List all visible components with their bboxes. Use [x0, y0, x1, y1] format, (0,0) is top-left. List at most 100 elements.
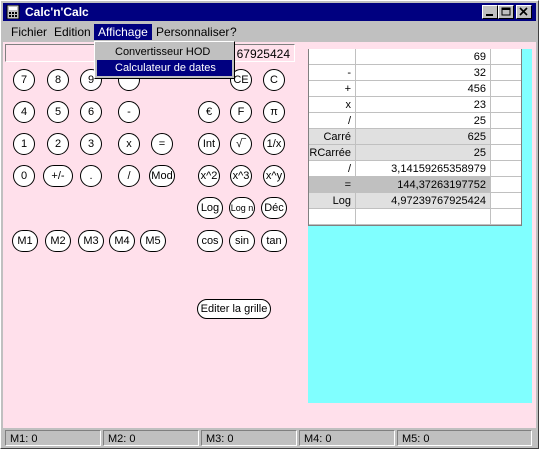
button-7[interactable]: 7	[13, 69, 35, 91]
calculation-grid[interactable]: 69 - 32 + 456 x 23 / 25 Carré 625 RCarré…	[308, 49, 522, 226]
calculator-icon	[6, 5, 20, 19]
grid-extra-cell	[491, 113, 521, 129]
menu-item-convertisseur-hod[interactable]: Convertisseur HOD	[97, 44, 232, 60]
grid-row[interactable]: 69	[309, 49, 521, 65]
grid-extra-cell	[491, 65, 521, 81]
menu-bar: Fichier Edition Affichage Personnaliser …	[3, 22, 536, 41]
button-8[interactable]: 8	[47, 69, 69, 91]
grid-row[interactable]: / 3,14159265358979	[309, 161, 521, 177]
button-1[interactable]: 1	[13, 133, 35, 155]
button-sqrt[interactable]: √‾	[230, 133, 252, 155]
button-inverse[interactable]: 1/x	[263, 133, 285, 155]
button-m5[interactable]: M5	[140, 230, 166, 252]
grid-row[interactable]: Log 4,97239767925424	[309, 193, 521, 209]
grid-value-cell: 456	[356, 81, 491, 97]
grid-extra-cell	[491, 129, 521, 145]
maximize-button[interactable]	[498, 5, 514, 19]
button-decimal[interactable]: .	[80, 165, 102, 187]
menu-affichage[interactable]: Affichage	[94, 24, 152, 40]
menu-help[interactable]: ?	[226, 24, 241, 40]
grid-row[interactable]	[309, 209, 521, 225]
button-mod[interactable]: Mod	[149, 165, 175, 187]
close-icon	[519, 7, 528, 16]
grid-row[interactable]: Carré 625	[309, 129, 521, 145]
button-divide[interactable]: /	[118, 165, 140, 187]
grid-extra-cell	[491, 193, 521, 209]
status-bar: M1: 0 M2: 0 M3: 0 M4: 0 M5: 0	[3, 430, 536, 447]
app-window: Calc'n'Calc Fichier Edition Affichage Pe…	[0, 0, 539, 449]
button-log-n[interactable]: Log n	[229, 197, 255, 219]
grid-value-cell: 25	[356, 145, 491, 161]
button-m2[interactable]: M2	[45, 230, 71, 252]
button-sin[interactable]: sin	[229, 230, 255, 252]
button-6[interactable]: 6	[80, 101, 102, 123]
button-cos[interactable]: cos	[197, 230, 223, 252]
grid-extra-cell	[491, 81, 521, 97]
button-cube[interactable]: x^3	[230, 165, 252, 187]
menu-personnaliser[interactable]: Personnaliser	[152, 24, 233, 40]
grid-op-cell: /	[309, 113, 356, 129]
grid-extra-cell	[491, 209, 521, 225]
button-minus[interactable]: -	[118, 101, 140, 123]
grid-op-cell: +	[309, 81, 356, 97]
button-m3[interactable]: M3	[78, 230, 104, 252]
grid-extra-cell	[491, 97, 521, 113]
grid-op-cell: x	[309, 97, 356, 113]
button-5[interactable]: 5	[47, 101, 69, 123]
grid-extra-cell	[491, 161, 521, 177]
button-equals[interactable]: =	[151, 133, 173, 155]
grid-op-cell	[309, 49, 356, 65]
status-m2: M2: 0	[103, 430, 199, 446]
button-franc[interactable]: F	[230, 101, 252, 123]
grid-value-cell: 4,97239767925424	[356, 193, 491, 209]
grid-row[interactable]: = 144,37263197752	[309, 177, 521, 193]
grid-value-cell: 144,37263197752	[356, 177, 491, 193]
grid-extra-cell	[491, 49, 521, 65]
grid-op-cell: -	[309, 65, 356, 81]
status-m5: M5: 0	[397, 430, 532, 446]
button-m1[interactable]: M1	[12, 230, 38, 252]
status-m1: M1: 0	[5, 430, 101, 446]
button-pi[interactable]: π	[263, 101, 285, 123]
display-value: 67925424	[236, 47, 290, 61]
button-clear[interactable]: C	[263, 69, 285, 91]
menu-item-calculateur-dates[interactable]: Calculateur de dates	[97, 60, 232, 76]
edit-grid-button[interactable]: Editer la grille	[197, 299, 271, 319]
grid-value-cell: 625	[356, 129, 491, 145]
grid-op-cell	[309, 209, 356, 225]
button-int[interactable]: Int	[198, 133, 220, 155]
grid-op-cell: =	[309, 177, 356, 193]
button-2[interactable]: 2	[47, 133, 69, 155]
button-plus-minus[interactable]: +/-	[43, 165, 73, 187]
button-0[interactable]: 0	[13, 165, 35, 187]
minimize-button[interactable]	[482, 5, 498, 19]
button-multiply[interactable]: x	[118, 133, 140, 155]
grid-op-cell: Carré	[309, 129, 356, 145]
grid-row[interactable]: / 25	[309, 113, 521, 129]
grid-row[interactable]: RCarrée 25	[309, 145, 521, 161]
menu-fichier[interactable]: Fichier	[7, 24, 51, 40]
minimize-icon	[486, 14, 493, 16]
grid-op-cell: /	[309, 161, 356, 177]
button-4[interactable]: 4	[13, 101, 35, 123]
close-button[interactable]	[516, 5, 532, 19]
button-3[interactable]: 3	[80, 133, 102, 155]
button-log[interactable]: Log	[197, 197, 223, 219]
button-dec[interactable]: Déc	[261, 197, 287, 219]
menu-edition[interactable]: Edition	[50, 24, 95, 40]
button-euro[interactable]: €	[198, 101, 220, 123]
button-power[interactable]: x^y	[263, 165, 285, 187]
button-square[interactable]: x^2	[198, 165, 220, 187]
grid-row[interactable]: x 23	[309, 97, 521, 113]
grid-value-cell: 32	[356, 65, 491, 81]
grid-value-cell: 69	[356, 49, 491, 65]
title-bar[interactable]: Calc'n'Calc	[3, 3, 536, 21]
grid-row[interactable]: + 456	[309, 81, 521, 97]
button-tan[interactable]: tan	[261, 230, 287, 252]
grid-row[interactable]: - 32	[309, 65, 521, 81]
grid-value-cell: 25	[356, 113, 491, 129]
button-m4[interactable]: M4	[109, 230, 135, 252]
grid-extra-cell	[491, 145, 521, 161]
status-m3: M3: 0	[201, 430, 297, 446]
grid-op-cell: RCarrée	[309, 145, 356, 161]
